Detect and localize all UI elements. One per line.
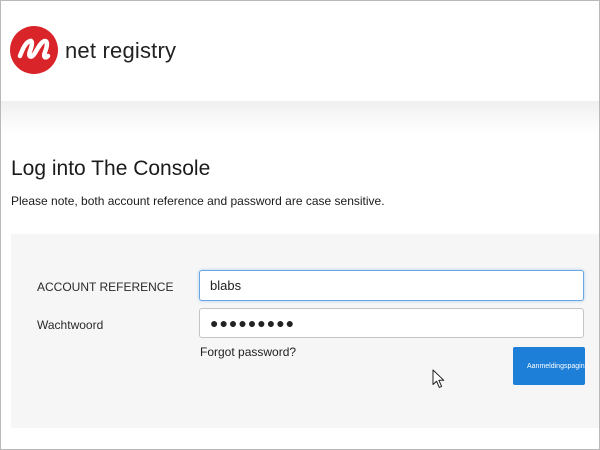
mouse-pointer-icon	[432, 369, 445, 388]
header-shadow	[1, 101, 599, 135]
account-reference-input[interactable]	[199, 270, 584, 301]
login-panel: ACCOUNT REFERENCE Wachtwoord Forgot pass…	[11, 234, 599, 428]
account-reference-label: ACCOUNT REFERENCE	[37, 280, 174, 294]
page-title: Log into The Console	[11, 157, 211, 180]
site-header: net registry	[1, 1, 599, 101]
login-button[interactable]: Aanmeldingspagina	[513, 347, 585, 385]
password-input[interactable]	[199, 308, 584, 338]
password-label: Wachtwoord	[37, 318, 104, 332]
forgot-password-link[interactable]: Forgot password?	[200, 345, 296, 359]
brand-name: net registry	[65, 38, 177, 63]
browser-viewport: net registry Log into The Console Please…	[0, 0, 600, 450]
netregistry-logo-icon[interactable]	[10, 26, 58, 74]
page-note: Please note, both account reference and …	[11, 194, 385, 208]
